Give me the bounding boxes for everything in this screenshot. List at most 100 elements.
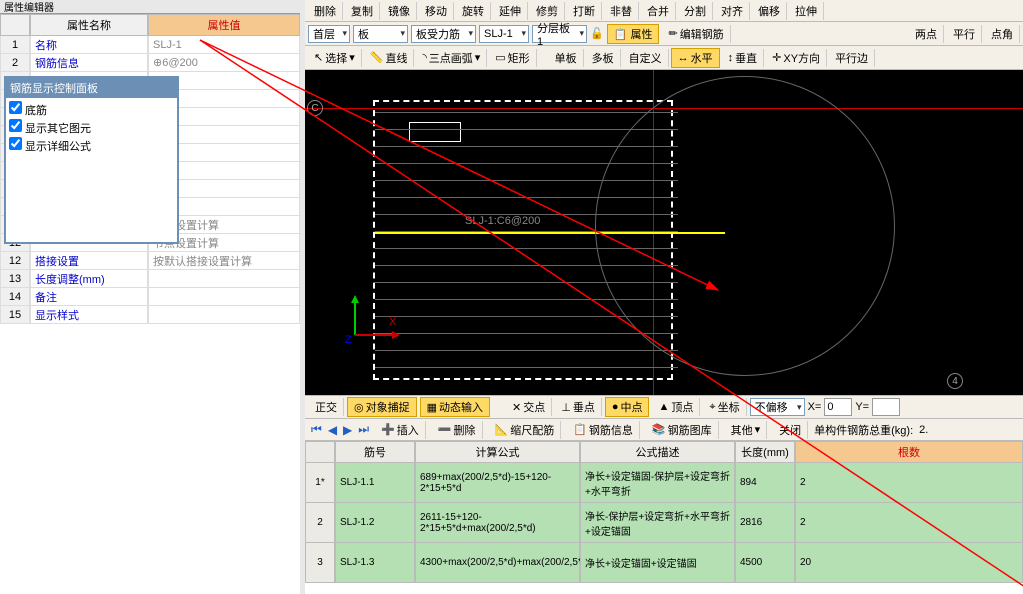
toolbar-button[interactable]: 旋转 [456, 2, 491, 20]
vertical-button[interactable]: ↕ 垂直 [722, 49, 765, 67]
single-board-button[interactable]: 单板 [549, 49, 584, 67]
select-button[interactable]: ↖ 选择 ▾ [308, 49, 362, 67]
result-row[interactable]: 1*SLJ-1.1689+max(200/2,5*d)-15+120-2*15+… [305, 463, 1023, 503]
toolbar-button[interactable]: 镜像 [382, 2, 417, 20]
rebar-combo[interactable]: 板受力筋 [411, 25, 476, 43]
lib-button[interactable]: 📚 钢筋图库 [646, 421, 719, 439]
y-input[interactable] [872, 398, 900, 416]
big-circle [595, 76, 895, 376]
svg-text:Z: Z [345, 334, 352, 345]
dyn-input-toggle[interactable]: ▦ 动态输入 [420, 397, 490, 417]
nav-last[interactable]: ⏭ [358, 422, 369, 437]
result-row[interactable]: 2SLJ-1.22611-15+120-2*15+5*d+max(200/2,5… [305, 503, 1023, 543]
top-toolbar: 删除复制镜像移动旋转延伸修剪打断非替合并分割对齐偏移拉伸 [305, 0, 1023, 22]
rebar-display-control-panel[interactable]: 钢筋显示控制面板 底筋显示其它图元显示详细公式 [4, 76, 179, 244]
property-button[interactable]: 📋 属性 [607, 24, 660, 44]
other-button[interactable]: 其他 ▾ [725, 421, 768, 439]
result-header: 筋号 计算公式 公式描述 长度(mm) 根数 [305, 441, 1023, 463]
parallel-edge-button[interactable]: 平行边 [829, 49, 875, 67]
snap-toggle[interactable]: ◎ 对象捕捉 [347, 397, 417, 417]
offset-combo[interactable]: 不偏移 [750, 398, 805, 416]
toolbar-button[interactable]: 删除 [308, 2, 343, 20]
delete-button[interactable]: ➖ 删除 [432, 421, 483, 439]
toolbar-button[interactable]: 修剪 [530, 2, 565, 20]
perp-point-toggle[interactable]: ⊥ 垂点 [555, 398, 602, 416]
prop-row[interactable]: 14备注 [0, 288, 300, 306]
prop-header-row: 属性名称 属性值 [0, 14, 300, 36]
toolbar-button[interactable]: 偏移 [752, 2, 787, 20]
col-code: 筋号 [335, 441, 415, 463]
xy-button[interactable]: ✛ XY方向 [766, 49, 827, 67]
checkbox-item[interactable]: 显示详细公式 [9, 137, 174, 155]
col-formula: 计算公式 [415, 441, 580, 463]
panel-title: 属性编辑器 [0, 0, 300, 14]
multi-board-button[interactable]: 多板 [586, 49, 621, 67]
col-value: 属性值 [148, 14, 300, 36]
col-name: 属性名称 [30, 14, 148, 36]
y-label: Y= [855, 401, 869, 413]
top-point-toggle[interactable]: ▲ 顶点 [652, 398, 700, 416]
prop-row[interactable]: 2钢筋信息⊕6@200 [0, 54, 300, 72]
nav-prev[interactable]: ◀ [328, 423, 337, 437]
small-rect [409, 122, 461, 142]
float-title: 钢筋显示控制面板 [6, 78, 177, 98]
col-count: 根数 [795, 441, 1023, 463]
axis-mark-c: C [307, 100, 323, 116]
prop-row[interactable]: 15显示样式 [0, 306, 300, 324]
toolbar-button[interactable]: 复制 [345, 2, 380, 20]
axis-mark-4: 4 [947, 373, 963, 389]
info-button[interactable]: 📋 钢筋信息 [567, 421, 640, 439]
drawing-canvas[interactable]: C 4 SLJ-1:C6@200 Z X [305, 70, 1023, 395]
custom-button[interactable]: 自定义 [623, 49, 669, 67]
scale-button[interactable]: 📐 缩尺配筋 [489, 421, 562, 439]
toolbar-button[interactable]: 非替 [604, 2, 639, 20]
floor-combo[interactable]: 首层 [308, 25, 350, 43]
rect-button[interactable]: ▭ 矩形 [489, 49, 536, 67]
status-bar: 正交 ◎ 对象捕捉 ▦ 动态输入 ✕ 交点 ⊥ 垂点 ● 中点 ▲ 顶点 ⌖ 坐… [305, 395, 1023, 419]
two-point-button[interactable]: 两点 [909, 25, 944, 43]
arc-button[interactable]: ◝ 三点画弧 ▾ [416, 49, 487, 67]
insert-button[interactable]: ➕ 插入 [375, 421, 426, 439]
toolbar-button[interactable]: 延伸 [493, 2, 528, 20]
context-toolbar: 首层 板 板受力筋 SLJ-1 分层板1 🔓 📋 属性 ✏ 编辑钢筋 两点 平行… [305, 22, 1023, 46]
x-input[interactable] [824, 398, 852, 416]
svg-text:X: X [389, 316, 397, 328]
nav-next[interactable]: ▶ [343, 423, 352, 437]
parallel-button[interactable]: 平行 [947, 25, 982, 43]
result-table: 筋号 计算公式 公式描述 长度(mm) 根数 1*SLJ-1.1689+max(… [305, 441, 1023, 594]
draw-toolbar: ↖ 选择 ▾ 📏 直线 ◝ 三点画弧 ▾ ▭ 矩形 单板 多板 自定义 ↔ 水平… [305, 46, 1023, 70]
checkbox-item[interactable]: 显示其它图元 [9, 119, 174, 137]
axis-icon: Z X [345, 295, 405, 345]
result-nav-bar: ⏮ ◀ ▶ ⏭ ➕ 插入 ➖ 删除 📐 缩尺配筋 📋 钢筋信息 📚 钢筋图库 其… [305, 419, 1023, 441]
toolbar-button[interactable]: 移动 [419, 2, 454, 20]
prop-row[interactable]: 1名称SLJ-1 [0, 36, 300, 54]
result-row[interactable]: 3SLJ-1.34300+max(200/2,5*d)+max(200/2,5*… [305, 543, 1023, 583]
toolbar-button[interactable]: 分割 [678, 2, 713, 20]
toolbar-button[interactable]: 对齐 [715, 2, 750, 20]
mid-point-toggle[interactable]: ● 中点 [605, 397, 650, 417]
toolbar-button[interactable]: 合并 [641, 2, 676, 20]
close-button[interactable]: 关闭 [773, 421, 808, 439]
prop-row[interactable]: 13长度调整(mm) [0, 270, 300, 288]
edit-rebar-button[interactable]: ✏ 编辑钢筋 [662, 25, 730, 43]
nav-first[interactable]: ⏮ [311, 422, 322, 437]
checkbox-item[interactable]: 底筋 [9, 101, 174, 119]
rebar-label: SLJ-1:C6@200 [465, 215, 540, 227]
board-combo[interactable]: 板 [353, 25, 408, 43]
horizontal-button[interactable]: ↔ 水平 [671, 48, 720, 68]
x-label: X= [808, 401, 822, 413]
col-desc: 公式描述 [580, 441, 735, 463]
ortho-toggle[interactable]: 正交 [309, 398, 344, 416]
weight-label: 单构件钢筋总重(kg): [814, 422, 913, 438]
point-angle-button[interactable]: 点角 [985, 25, 1020, 43]
coord-toggle[interactable]: ⌖ 坐标 [703, 398, 746, 416]
layer-combo[interactable]: 分层板1 [532, 25, 587, 43]
lock-icon[interactable]: 🔓 [590, 27, 604, 40]
toolbar-button[interactable]: 打断 [567, 2, 602, 20]
slj-combo[interactable]: SLJ-1 [479, 25, 529, 43]
toolbar-button[interactable]: 拉伸 [789, 2, 824, 20]
cross-point-toggle[interactable]: ✕ 交点 [506, 398, 552, 416]
prop-row[interactable]: 12搭接设置按默认搭接设置计算 [0, 252, 300, 270]
weight-value: 2. [919, 424, 928, 436]
line-button[interactable]: 📏 直线 [364, 49, 415, 67]
